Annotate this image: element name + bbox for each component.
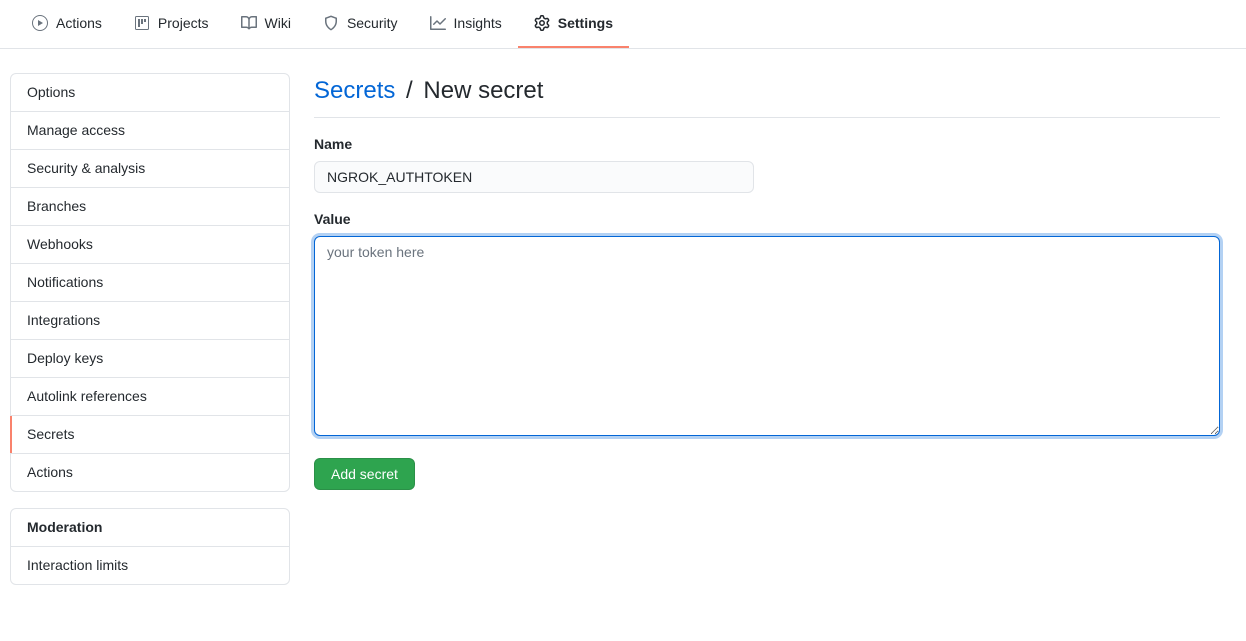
tab-settings[interactable]: Settings (518, 0, 629, 48)
sidebar-item-label: Secrets (27, 426, 74, 442)
sidebar-item-webhooks[interactable]: Webhooks (11, 226, 289, 264)
tab-label: Security (347, 8, 398, 38)
value-label: Value (314, 209, 1220, 230)
tab-label: Insights (454, 8, 502, 38)
play-circle-icon (32, 15, 48, 31)
value-field-group: Value (314, 209, 1220, 442)
tab-label: Actions (56, 8, 102, 38)
sidebar-item-label: Webhooks (27, 236, 93, 252)
project-icon (134, 15, 150, 31)
sidebar-item-autolink-references[interactable]: Autolink references (11, 378, 289, 416)
sidebar-item-label: Security & analysis (27, 160, 145, 176)
book-icon (241, 15, 257, 31)
sidebar-item-interaction-limits[interactable]: Interaction limits (11, 547, 289, 584)
subhead: Secrets / New secret (314, 73, 1220, 118)
sidebar-item-label: Interaction limits (27, 557, 128, 573)
sidebar-item-label: Options (27, 84, 75, 100)
sidebar-item-integrations[interactable]: Integrations (11, 302, 289, 340)
name-label: Name (314, 134, 1220, 155)
secrets-link[interactable]: Secrets (314, 77, 395, 104)
tab-label: Projects (158, 8, 209, 38)
page-layout: Options Manage access Security & analysi… (0, 49, 1246, 641)
page-title-current: New secret (423, 77, 543, 104)
tab-label: Wiki (265, 8, 291, 38)
page-title: Secrets / New secret (314, 73, 543, 109)
breadcrumb-separator: / (402, 77, 417, 104)
sidebar-item-label: Deploy keys (27, 350, 103, 366)
graph-icon (430, 15, 446, 31)
secret-value-textarea[interactable] (314, 236, 1220, 436)
sidebar-item-security-analysis[interactable]: Security & analysis (11, 150, 289, 188)
sidebar-item-options[interactable]: Options (11, 74, 289, 112)
sidebar-item-label: Branches (27, 198, 86, 214)
sidebar-item-deploy-keys[interactable]: Deploy keys (11, 340, 289, 378)
shield-icon (323, 15, 339, 31)
tab-label: Settings (558, 8, 613, 38)
sidebar-item-notifications[interactable]: Notifications (11, 264, 289, 302)
sidebar-item-label: Actions (27, 464, 73, 480)
sidebar-item-label: Integrations (27, 312, 100, 328)
gear-icon (534, 15, 550, 31)
heading-label: Moderation (27, 519, 102, 535)
main-content: Secrets / New secret Name Value Add secr… (314, 73, 1236, 601)
name-field-group: Name (314, 134, 1220, 193)
repo-tabnav: Actions Projects Wiki Security Insights … (0, 0, 1246, 49)
tab-actions[interactable]: Actions (16, 0, 118, 48)
tab-wiki[interactable]: Wiki (225, 0, 307, 48)
tab-security[interactable]: Security (307, 0, 414, 48)
moderation-heading: Moderation (11, 509, 289, 547)
sidebar-item-actions[interactable]: Actions (11, 454, 289, 491)
sidebar-item-secrets[interactable]: Secrets (11, 416, 289, 454)
tab-insights[interactable]: Insights (414, 0, 518, 48)
moderation-menu: Moderation Interaction limits (10, 508, 290, 585)
sidebar-item-manage-access[interactable]: Manage access (11, 112, 289, 150)
sidebar-item-label: Autolink references (27, 388, 147, 404)
sidebar-item-branches[interactable]: Branches (11, 188, 289, 226)
settings-sidebar: Options Manage access Security & analysi… (10, 73, 290, 601)
secret-name-input[interactable] (314, 161, 754, 193)
tab-projects[interactable]: Projects (118, 0, 225, 48)
sidebar-item-label: Manage access (27, 122, 125, 138)
settings-menu: Options Manage access Security & analysi… (10, 73, 290, 492)
button-label: Add secret (331, 466, 398, 482)
sidebar-item-label: Notifications (27, 274, 103, 290)
add-secret-button[interactable]: Add secret (314, 458, 415, 490)
